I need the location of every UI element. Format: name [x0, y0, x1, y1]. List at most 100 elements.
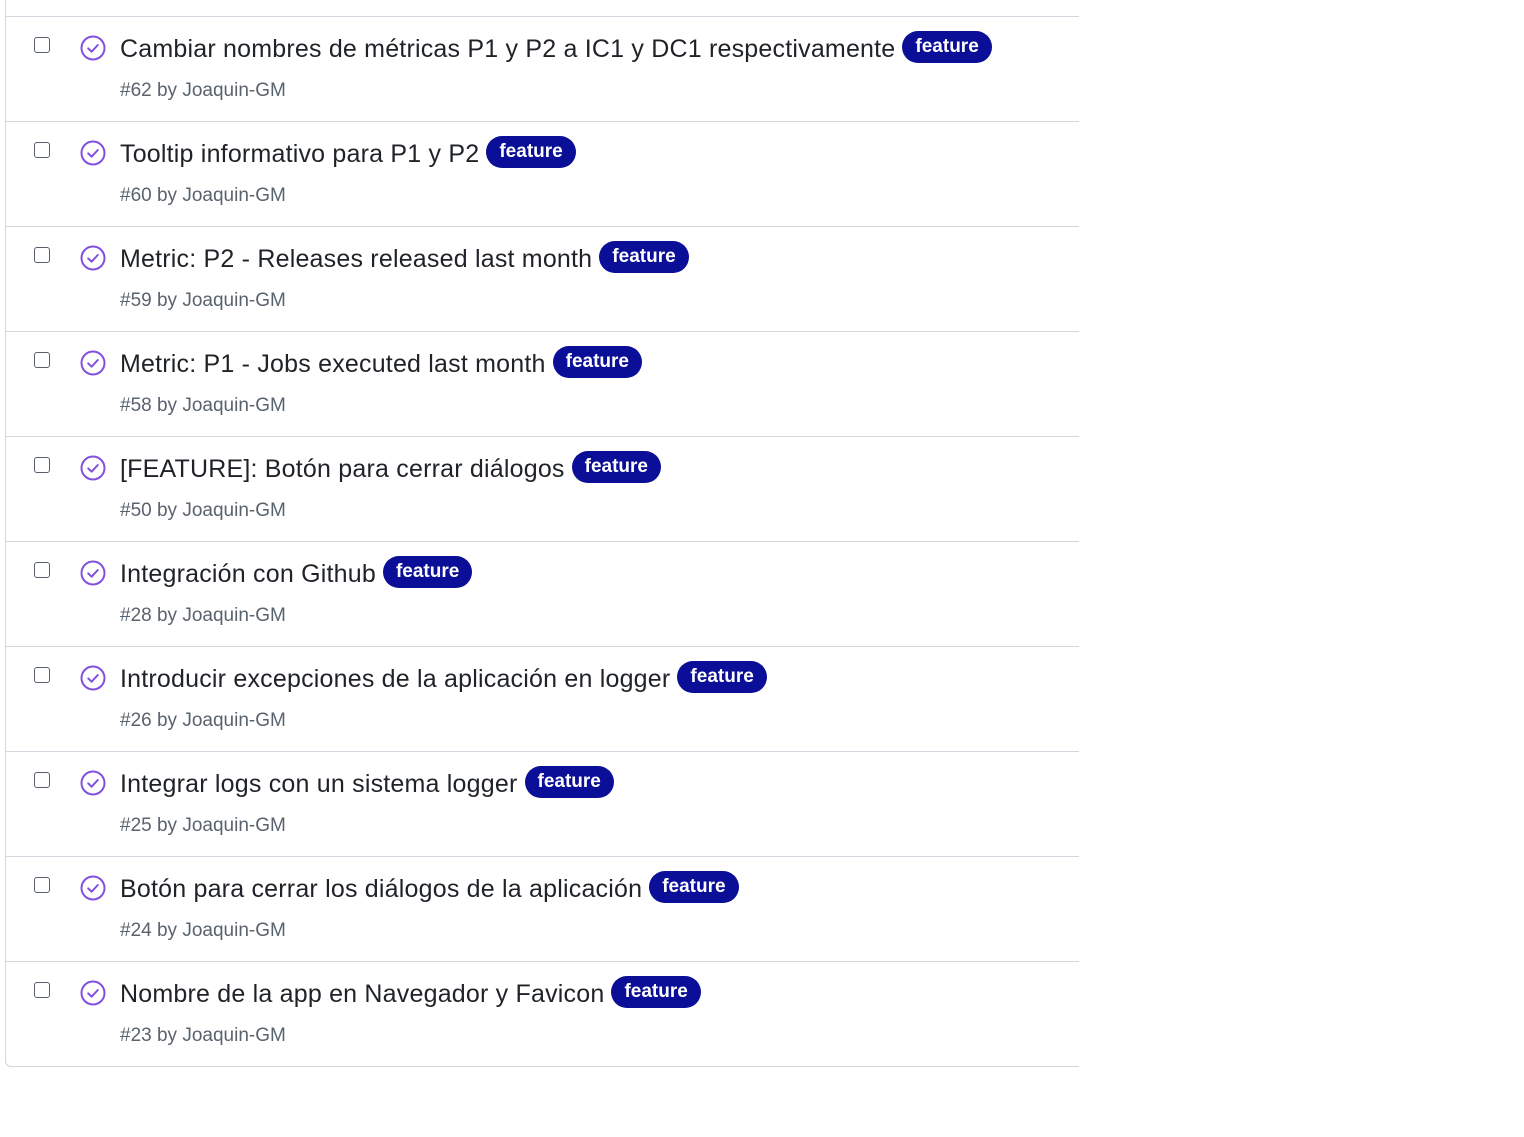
- select-checkbox[interactable]: [34, 772, 50, 788]
- author-link[interactable]: Joaquin-GM: [182, 185, 286, 206]
- title-line: Metric: P2 - Releases released last mont…: [120, 241, 689, 275]
- label-badge[interactable]: feature: [599, 241, 689, 273]
- select-checkbox[interactable]: [34, 982, 50, 998]
- select-checkbox[interactable]: [34, 562, 50, 578]
- issue-number: #26: [120, 710, 152, 731]
- issue-closed-completed-icon: [80, 980, 106, 1006]
- issue-closed-completed-icon: [80, 140, 106, 166]
- author-link[interactable]: Joaquin-GM: [182, 710, 286, 731]
- label-badge[interactable]: feature: [649, 871, 739, 903]
- title-line: [FEATURE]: Botón para cerrar diálogos fe…: [120, 451, 661, 485]
- issue-closed-completed-icon: [80, 35, 106, 61]
- issue-title[interactable]: Integrar logs con un sistema logger: [120, 770, 518, 799]
- issue-meta: #28 by Joaquin-GM: [120, 605, 286, 627]
- issue-row: [FEATURE]: Botón para cerrar diálogos fe…: [6, 437, 1079, 542]
- issue-closed-completed-icon: [80, 875, 106, 901]
- issue-number: #28: [120, 605, 152, 626]
- issue-number: #58: [120, 395, 152, 416]
- by-text: by: [156, 395, 178, 416]
- select-checkbox[interactable]: [34, 37, 50, 53]
- issue-row: Metric: P1 - Jobs executed last month fe…: [6, 332, 1079, 437]
- label-badge[interactable]: feature: [902, 31, 992, 63]
- issue-number: #24: [120, 920, 152, 941]
- by-text: by: [156, 1025, 178, 1046]
- label-badge[interactable]: feature: [486, 136, 576, 168]
- by-text: by: [156, 80, 178, 101]
- by-text: by: [156, 290, 178, 311]
- issue-title[interactable]: [FEATURE]: Botón para cerrar diálogos: [120, 455, 565, 484]
- label-badge[interactable]: feature: [524, 766, 614, 798]
- issue-row: Introducir excepciones de la aplicación …: [6, 647, 1079, 752]
- issue-meta: #59 by Joaquin-GM: [120, 290, 286, 312]
- label-badge[interactable]: feature: [611, 976, 701, 1008]
- issue-closed-completed-icon: [80, 455, 106, 481]
- by-text: by: [156, 185, 178, 206]
- select-checkbox[interactable]: [34, 667, 50, 683]
- issue-title[interactable]: Nombre de la app en Navegador y Favicon: [120, 980, 604, 1009]
- issue-row: Botón para cerrar los diálogos de la apl…: [6, 857, 1079, 962]
- by-text: by: [156, 500, 178, 521]
- title-line: Metric: P1 - Jobs executed last month fe…: [120, 346, 642, 380]
- title-line: Botón para cerrar los diálogos de la apl…: [120, 871, 739, 905]
- select-checkbox[interactable]: [34, 877, 50, 893]
- title-line: Integración con Github feature: [120, 556, 473, 590]
- issue-number: #62: [120, 80, 152, 101]
- title-line: Introducir excepciones de la aplicación …: [120, 661, 767, 695]
- issue-closed-completed-icon: [80, 560, 106, 586]
- select-checkbox[interactable]: [34, 352, 50, 368]
- author-link[interactable]: Joaquin-GM: [182, 1025, 286, 1046]
- by-text: by: [156, 920, 178, 941]
- select-checkbox[interactable]: [34, 457, 50, 473]
- issue-closed-completed-icon: [80, 665, 106, 691]
- by-text: by: [156, 710, 178, 731]
- select-checkbox[interactable]: [34, 142, 50, 158]
- issue-meta: #26 by Joaquin-GM: [120, 710, 286, 732]
- issue-row: Tooltip informativo para P1 y P2 feature…: [6, 122, 1079, 227]
- issue-number: #23: [120, 1025, 152, 1046]
- by-text: by: [156, 815, 178, 836]
- issue-meta: #62 by Joaquin-GM: [120, 80, 286, 102]
- issue-title[interactable]: Metric: P1 - Jobs executed last month: [120, 350, 546, 379]
- issue-meta: #25 by Joaquin-GM: [120, 815, 286, 837]
- author-link[interactable]: Joaquin-GM: [182, 815, 286, 836]
- title-line: Tooltip informativo para P1 y P2 feature: [120, 136, 576, 170]
- author-link[interactable]: Joaquin-GM: [182, 395, 286, 416]
- issue-closed-completed-icon: [80, 245, 106, 271]
- issue-row: Integración con Github feature #28 by Jo…: [6, 542, 1079, 647]
- author-link[interactable]: Joaquin-GM: [182, 605, 286, 626]
- issue-meta: #50 by Joaquin-GM: [120, 500, 286, 522]
- issue-meta: #60 by Joaquin-GM: [120, 185, 286, 207]
- issue-title[interactable]: Botón para cerrar los diálogos de la apl…: [120, 875, 642, 904]
- author-link[interactable]: Joaquin-GM: [182, 500, 286, 521]
- issue-row: Metric: P2 - Releases released last mont…: [6, 227, 1079, 332]
- issue-row: Nombre de la app en Navegador y Favicon …: [6, 962, 1079, 1066]
- label-badge[interactable]: feature: [571, 451, 661, 483]
- author-link[interactable]: Joaquin-GM: [182, 920, 286, 941]
- issue-title[interactable]: Integración con Github: [120, 560, 376, 589]
- issue-meta: #58 by Joaquin-GM: [120, 395, 286, 417]
- issue-number: #25: [120, 815, 152, 836]
- issue-title[interactable]: Metric: P2 - Releases released last mont…: [120, 245, 592, 274]
- issue-title[interactable]: Tooltip informativo para P1 y P2: [120, 140, 479, 169]
- select-checkbox[interactable]: [34, 247, 50, 263]
- issue-row: Integrar logs con un sistema logger feat…: [6, 752, 1079, 857]
- label-badge[interactable]: feature: [382, 556, 473, 588]
- title-line: Cambiar nombres de métricas P1 y P2 a IC…: [120, 31, 992, 65]
- issue-title[interactable]: Cambiar nombres de métricas P1 y P2 a IC…: [120, 35, 895, 64]
- issue-number: #59: [120, 290, 152, 311]
- author-link[interactable]: Joaquin-GM: [182, 290, 286, 311]
- label-badge[interactable]: feature: [552, 346, 642, 378]
- issue-number: #60: [120, 185, 152, 206]
- label-badge[interactable]: feature: [677, 661, 767, 693]
- issue-list: Cambiar nombres de métricas P1 y P2 a IC…: [5, 0, 1079, 1067]
- issue-number: #50: [120, 500, 152, 521]
- issue-meta: #24 by Joaquin-GM: [120, 920, 286, 942]
- issue-title[interactable]: Introducir excepciones de la aplicación …: [120, 665, 670, 694]
- author-link[interactable]: Joaquin-GM: [182, 80, 286, 101]
- issue-closed-completed-icon: [80, 770, 106, 796]
- issue-row: Cambiar nombres de métricas P1 y P2 a IC…: [6, 17, 1079, 122]
- issue-closed-completed-icon: [80, 350, 106, 376]
- title-line: Nombre de la app en Navegador y Favicon …: [120, 976, 701, 1010]
- by-text: by: [156, 605, 178, 626]
- issue-meta: #23 by Joaquin-GM: [120, 1025, 286, 1047]
